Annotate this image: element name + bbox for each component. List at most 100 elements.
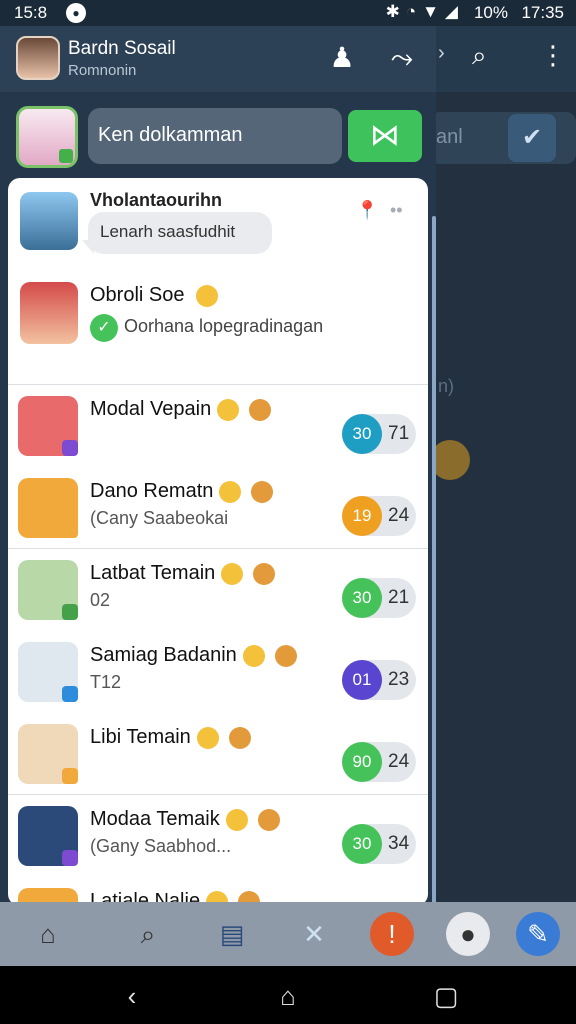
avatar[interactable] xyxy=(18,478,78,538)
unread-pill[interactable]: 01 23 xyxy=(342,660,416,700)
unread-count: 71 xyxy=(388,423,410,444)
unread-pill[interactable]: 90 24 xyxy=(342,742,416,782)
avatar[interactable] xyxy=(20,282,78,344)
status-icons: ✱◔▼◢ xyxy=(385,2,464,21)
emoji-icon xyxy=(228,726,251,749)
chat-preview: T12 xyxy=(90,672,122,692)
avatar[interactable] xyxy=(18,724,78,784)
store-icon[interactable]: ▤ xyxy=(210,912,254,956)
alert-icon[interactable]: ! xyxy=(370,912,414,956)
chat-name: Modal Vepain xyxy=(90,398,272,421)
list-item[interactable]: Modal Vepain 30 71 xyxy=(8,384,428,466)
emoji-icon xyxy=(253,562,276,585)
unread-badge: 19 xyxy=(342,496,382,536)
chat-panel: Bardn Sosail Romnonin ♟ ⤳ Ken dolkamman … xyxy=(0,26,436,906)
status-clock-right: 17:35 xyxy=(521,3,564,22)
unread-pill[interactable]: 30 21 xyxy=(342,578,416,618)
emoji-icon xyxy=(196,726,219,749)
chat-name-text: Samiag Badanin xyxy=(90,644,237,666)
status-badge xyxy=(62,604,78,620)
unread-count: 23 xyxy=(388,669,410,690)
page-title: Bardn Sosail xyxy=(68,38,176,59)
compose-avatar[interactable] xyxy=(16,106,78,168)
unread-badge: 30 xyxy=(342,578,382,618)
bell-icon[interactable]: ♟ xyxy=(324,40,360,76)
bell-emoji-icon xyxy=(196,284,219,307)
chat-name-text: Dano Rematn xyxy=(90,480,214,502)
status-badge xyxy=(62,440,78,456)
list-item[interactable]: Dano Rematn (Cany Saabeokai 19 24 xyxy=(8,466,428,548)
more-vert-icon[interactable]: ⋮ xyxy=(540,40,566,71)
unread-pill[interactable]: 19 24 xyxy=(342,496,416,536)
status-badge xyxy=(62,768,78,784)
pinned-avatar[interactable] xyxy=(20,192,78,250)
divider xyxy=(8,548,428,549)
unread-badge: 30 xyxy=(342,414,382,454)
search-icon[interactable]: ⌕ xyxy=(126,912,170,956)
list-item[interactable]: Latbat Temain 02 30 21 xyxy=(8,548,428,630)
list-item[interactable]: Samiag Badanin T12 01 23 xyxy=(8,630,428,712)
pin-icon[interactable]: 📍 xyxy=(356,200,378,221)
avatar[interactable] xyxy=(18,806,78,866)
chat-name-text: Modaa Temaik xyxy=(90,808,220,830)
status-bar: 15:8 ● ✱◔▼◢ 10% 17:35 xyxy=(0,0,576,26)
status-badge xyxy=(62,850,78,866)
battery-level: 10% xyxy=(473,3,508,22)
chat-name: Modaa Temaik xyxy=(90,808,280,831)
avatar[interactable] xyxy=(18,560,78,620)
status-time: 15:8 xyxy=(14,3,48,22)
chat-list: Vholantaourihn Lenarh saasfudhit 📍 •• Ob… xyxy=(8,178,428,906)
chat-status: Oorhana lopegradinagan xyxy=(124,316,324,336)
avatar[interactable] xyxy=(18,396,78,456)
share-icon[interactable]: ⤳ xyxy=(384,40,420,76)
divider xyxy=(8,794,428,795)
chat-name: Obroli Soe xyxy=(90,284,219,307)
unread-pill[interactable]: 30 34 xyxy=(342,824,416,864)
unread-badge: 01 xyxy=(342,660,382,700)
home-icon[interactable]: ⌂ xyxy=(26,912,70,956)
emoji-icon xyxy=(225,808,248,831)
chat-preview: 02 xyxy=(90,590,111,610)
send-x-icon[interactable]: ⋈ xyxy=(348,110,422,162)
recents-icon[interactable]: ▢ xyxy=(430,980,462,1012)
chat-name: Dano Rematn xyxy=(90,480,274,503)
verify-icon[interactable]: ✔ xyxy=(508,114,556,162)
scrollbar[interactable] xyxy=(432,216,436,906)
emoji-icon xyxy=(217,398,240,421)
list-item[interactable]: Modaa Temaik (Gany Saabhod... 30 34 xyxy=(8,794,428,876)
emoji-icon xyxy=(257,808,280,831)
emoji-icon xyxy=(219,480,242,503)
chat-name: Latbat Temain xyxy=(90,562,276,585)
bottom-nav: ⌂ ⌕ ▤ ✕ ! ● ✎ xyxy=(0,902,576,966)
page-subtitle: Romnonin xyxy=(68,62,137,79)
camera-search-icon[interactable]: ⌕ xyxy=(472,40,487,72)
more-horiz-icon[interactable]: •• xyxy=(390,200,403,221)
chat-preview: (Gany Saabhod... xyxy=(90,836,232,856)
emoji-icon xyxy=(221,562,244,585)
edit-icon[interactable]: ✎ xyxy=(516,912,560,956)
chat-name: Samiag Badanin xyxy=(90,644,297,667)
chat-preview: (Cany Saabeokai xyxy=(90,508,229,528)
unread-count: 24 xyxy=(388,751,410,772)
unread-count: 24 xyxy=(388,505,410,526)
avatar[interactable] xyxy=(16,36,60,80)
online-badge xyxy=(59,149,73,163)
unread-count: 21 xyxy=(388,587,410,608)
pinned-message-bubble[interactable]: Lenarh saasfudhit xyxy=(88,212,272,254)
back-icon[interactable]: ‹ xyxy=(116,980,148,1012)
unread-badge: 90 xyxy=(342,742,382,782)
tools-icon[interactable]: ✕ xyxy=(292,912,336,956)
emoji-icon xyxy=(274,644,297,667)
unread-pill[interactable]: 30 71 xyxy=(342,414,416,454)
check-icon: ✓ xyxy=(90,314,118,342)
panel-header: Bardn Sosail Romnonin ♟ ⤳ xyxy=(0,26,436,92)
chat-name: Libi Temain xyxy=(90,726,251,749)
list-item[interactable]: Libi Temain 90 24 xyxy=(8,712,428,794)
chat-name-text: Modal Vepain xyxy=(90,398,212,420)
home-button-icon[interactable]: ⌂ xyxy=(272,980,304,1012)
avatar[interactable] xyxy=(18,642,78,702)
unread-badge: 30 xyxy=(342,824,382,864)
message-input[interactable]: Ken dolkamman xyxy=(88,108,342,164)
background-faint-text: n) xyxy=(438,376,455,396)
profile-icon[interactable]: ● xyxy=(446,912,490,956)
